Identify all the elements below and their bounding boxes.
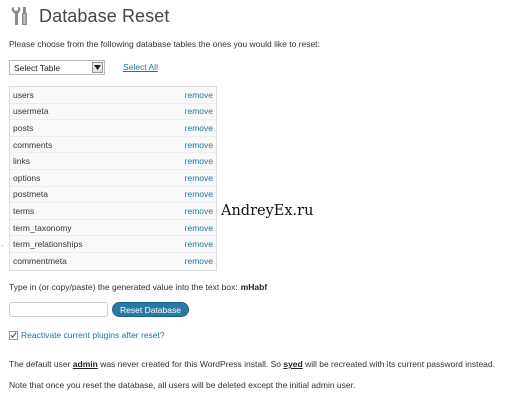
chevron-down-icon (92, 62, 103, 73)
note-text: was never created for this WordPress ins… (97, 359, 284, 369)
remove-table-link[interactable]: remove (185, 140, 213, 150)
table-name: comments (13, 139, 53, 150)
table-row: comments remove (10, 136, 216, 154)
confirmation-input[interactable] (9, 302, 108, 317)
note-current-user: syed (283, 359, 303, 369)
default-user-note: The default user admin was never created… (9, 359, 495, 369)
table-name: terms (13, 205, 35, 216)
confirmation-code: mHabf (240, 282, 268, 292)
reset-database-button[interactable]: Reset Database (112, 302, 189, 317)
table-name: links (13, 156, 31, 167)
remove-table-link[interactable]: remove (185, 256, 213, 266)
remove-table-link[interactable]: remove (185, 90, 213, 100)
remove-table-link[interactable]: remove (185, 106, 213, 116)
page-title: Database Reset (39, 5, 170, 26)
table-row: links remove (10, 153, 216, 170)
remove-table-link[interactable]: remove (185, 156, 213, 166)
confirmation-prompt: Type in (or copy/paste) the generated va… (9, 282, 267, 292)
remove-table-link[interactable]: remove (185, 206, 213, 216)
remove-table-link[interactable]: remove (185, 239, 213, 249)
intro-text: Please choose from the following databas… (9, 39, 320, 49)
remove-table-link[interactable]: remove (185, 173, 213, 183)
table-row: posts remove (10, 120, 216, 137)
checkmark-icon (10, 332, 17, 339)
prompt-text: Type in (or copy/paste) the generated va… (9, 282, 238, 292)
note-text: The default user (9, 359, 73, 369)
table-name: term_taxonomy (13, 222, 72, 233)
table-select[interactable]: Select Table (9, 60, 105, 75)
table-name: term_relationships (13, 239, 83, 250)
note-admin-user: admin (72, 359, 98, 369)
table-name: commentmeta (13, 256, 67, 267)
table-row: terms remove (10, 203, 216, 220)
reactivate-plugins-checkbox[interactable] (9, 330, 18, 340)
tools-icon (11, 7, 27, 25)
table-list: users remove usermeta remove posts remove comm… (9, 86, 217, 271)
table-name: options (13, 172, 41, 183)
reactivate-plugins-row: Reactivate current plugins after reset? (9, 330, 165, 340)
table-row: usermeta remove (10, 103, 216, 121)
table-name: postmeta (13, 189, 48, 200)
page-header: Database Reset (9, 5, 169, 27)
table-row: term_relationships remove (10, 236, 216, 253)
table-name: posts (13, 122, 34, 133)
table-name: users (13, 89, 34, 100)
remove-table-link[interactable]: remove (185, 123, 213, 133)
reset-warning-note: Note that once you reset the database, a… (9, 380, 356, 390)
select-all-link[interactable]: Select All (123, 62, 158, 72)
reactivate-plugins-label[interactable]: Reactivate current plugins after reset? (21, 330, 165, 340)
table-row: commentmeta remove (10, 252, 216, 270)
table-select-value: Select Table (14, 62, 61, 73)
table-name: usermeta (13, 106, 49, 117)
table-row: postmeta remove (10, 186, 216, 204)
note-text: will be recreated with its current passw… (302, 359, 495, 369)
remove-table-link[interactable]: remove (185, 223, 213, 233)
table-row: users remove (10, 87, 216, 104)
remove-table-link[interactable]: remove (185, 189, 213, 199)
table-row: term_taxonomy remove (10, 219, 216, 237)
stray-dot: · (1, 241, 4, 250)
table-row: options remove (10, 169, 216, 187)
watermark: AndreyEx.ru (221, 203, 314, 219)
